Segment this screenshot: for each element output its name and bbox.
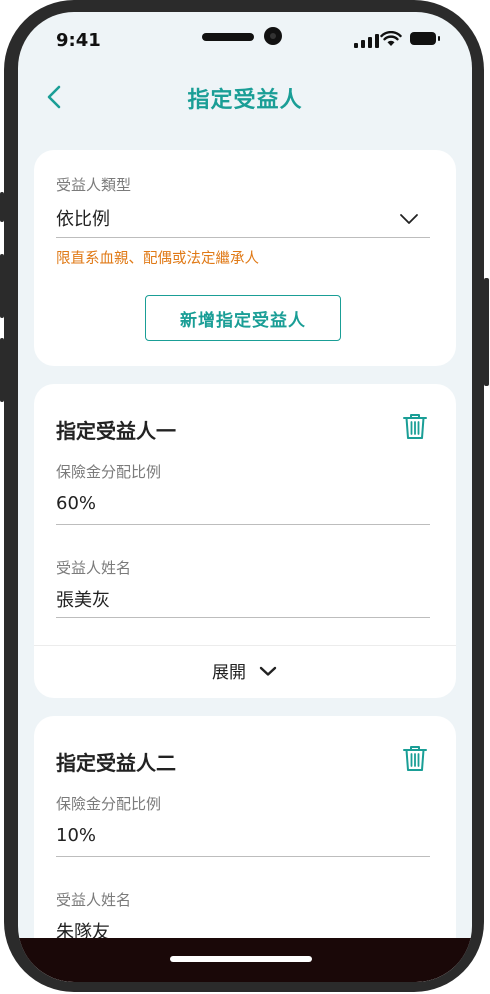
status-time: 9:41: [56, 30, 101, 51]
type-label: 受益人類型: [56, 176, 132, 194]
power-button: [484, 278, 489, 386]
speaker-pill: [202, 33, 254, 41]
beneficiary-title: 指定受益人二: [56, 751, 176, 775]
beneficiary-title: 指定受益人一: [56, 419, 176, 443]
mute-switch: [0, 192, 4, 222]
volume-up-button: [0, 254, 4, 318]
type-value: 依比例: [56, 209, 110, 230]
battery-icon: [410, 32, 440, 45]
nav-bar: 指定受益人: [18, 78, 472, 118]
trash-icon[interactable]: [402, 412, 428, 440]
ratio-underline: [56, 524, 430, 525]
chevron-down-icon: [259, 666, 277, 676]
type-select[interactable]: 依比例: [34, 198, 456, 240]
volume-down-button: [0, 338, 4, 402]
beneficiary-card: 指定受益人一 保險金分配比例 60% 受益人姓名 張美灰 展開: [34, 384, 456, 698]
home-indicator-area: [18, 938, 472, 982]
chevron-down-icon: [400, 214, 418, 224]
ratio-input[interactable]: 60%: [56, 493, 96, 514]
ratio-label: 保險金分配比例: [56, 463, 162, 481]
divider: [34, 645, 456, 646]
ratio-underline: [56, 856, 430, 857]
name-label: 受益人姓名: [56, 559, 132, 577]
status-bar: 9:41: [18, 12, 472, 72]
name-input[interactable]: 張美灰: [56, 586, 110, 612]
beneficiary-type-card: 受益人類型 依比例 限直系血親、配偶或法定繼承人 新增指定受益人: [34, 150, 456, 366]
screen: 9:41 指定受益人 受益人類型 依比例 限直系血親、配偶或法定繼承人 新增指定…: [18, 12, 472, 982]
front-camera: [264, 27, 282, 45]
name-underline: [56, 617, 430, 618]
ratio-label: 保險金分配比例: [56, 795, 162, 813]
type-underline: [56, 237, 430, 238]
name-label: 受益人姓名: [56, 891, 132, 909]
home-indicator[interactable]: [170, 956, 312, 962]
wifi-icon: [380, 31, 402, 46]
page-title: 指定受益人: [187, 88, 303, 113]
type-note: 限直系血親、配偶或法定繼承人: [56, 251, 259, 267]
signal-icon: [354, 34, 379, 48]
expand-label: 展開: [212, 663, 246, 683]
ratio-input[interactable]: 10%: [56, 825, 96, 846]
expand-button[interactable]: 展開: [34, 658, 456, 683]
trash-icon[interactable]: [402, 744, 428, 772]
add-beneficiary-button[interactable]: 新增指定受益人: [145, 295, 341, 341]
